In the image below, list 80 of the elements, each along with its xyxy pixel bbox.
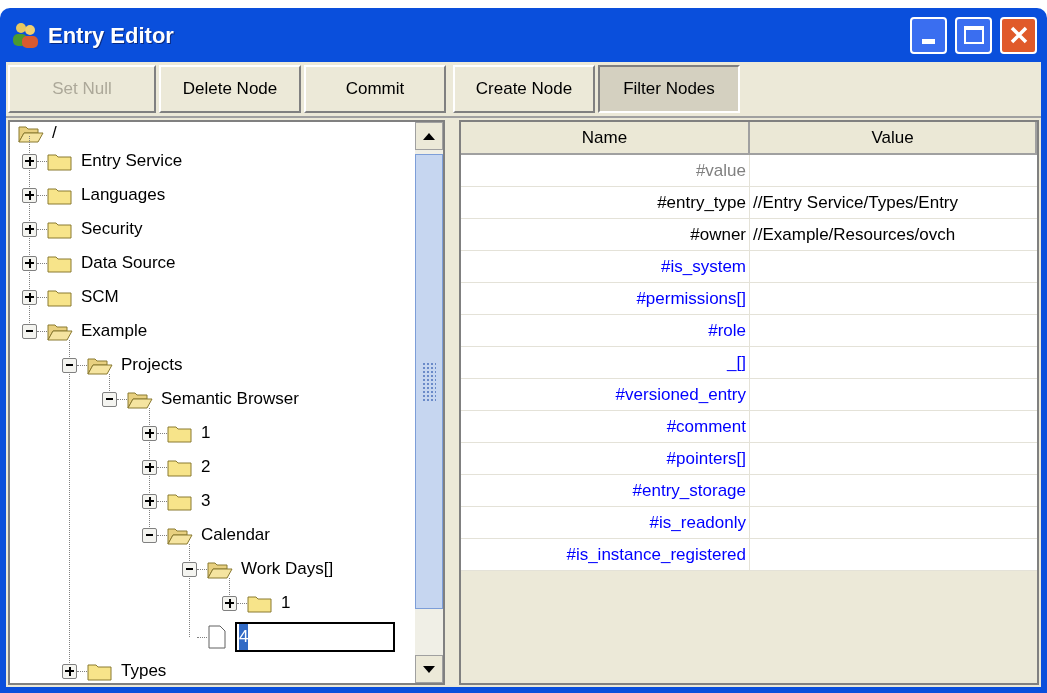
open-folder-icon	[167, 525, 193, 545]
expand-toggle[interactable]	[22, 187, 37, 203]
property-value-cell-text: //Entry Service/Types/Entry	[752, 191, 959, 214]
expand-toggle[interactable]	[142, 425, 157, 441]
tree-item[interactable]: Types	[121, 658, 167, 683]
expand-toggle[interactable]	[22, 221, 37, 237]
scroll-up-button[interactable]	[415, 122, 443, 150]
users-icon	[10, 21, 40, 49]
expand-toggle[interactable]	[142, 459, 157, 475]
maximize-button[interactable]	[955, 16, 992, 54]
property-name-cell: #permissions[]	[461, 283, 750, 314]
tree-item[interactable]: Example	[81, 318, 148, 344]
tree-item[interactable]: Security	[81, 216, 143, 242]
property-name-cell: #role	[461, 315, 750, 346]
property-name-cell: #entry_type	[461, 187, 750, 218]
property-name-cell: #comment	[461, 411, 750, 442]
property-name-cell: #entry_storage	[461, 475, 750, 506]
folder-icon	[47, 219, 73, 239]
up-arrow-icon	[423, 132, 435, 140]
tree-item[interactable]: Projects	[121, 352, 183, 378]
open-folder-icon	[127, 389, 153, 409]
window-title: Entry Editor	[48, 21, 174, 50]
property-name-cell: #value	[461, 155, 750, 186]
tree-item[interactable]: Semantic Browser	[161, 386, 299, 412]
tree-item[interactable]: Languages	[81, 182, 166, 208]
folder-icon	[87, 661, 113, 681]
folder-icon	[47, 253, 73, 273]
collapse-toggle[interactable]	[22, 323, 37, 339]
collapse-toggle[interactable]	[182, 561, 197, 577]
tree-item[interactable]: Entry Service	[81, 148, 183, 174]
tree-item[interactable]: 1	[201, 420, 211, 446]
property-name-cell: #is_readonly	[461, 507, 750, 538]
toolbar-button[interactable]: Filter Nodes	[598, 65, 740, 113]
open-folder-icon	[18, 123, 44, 143]
property-name-cell: #versioned_entry	[461, 379, 750, 410]
folder-icon	[47, 151, 73, 171]
expand-toggle[interactable]	[142, 493, 157, 509]
tree-item[interactable]: 2	[201, 454, 211, 480]
open-folder-icon	[87, 355, 113, 375]
tree-item[interactable]: Data Source	[81, 250, 176, 276]
expand-toggle[interactable]	[62, 663, 77, 679]
collapse-toggle[interactable]	[142, 527, 157, 543]
expand-toggle[interactable]	[222, 595, 237, 611]
collapse-toggle[interactable]	[102, 391, 117, 407]
property-name-cell: _[]	[461, 347, 750, 378]
down-arrow-icon	[423, 665, 435, 673]
toolbar-button[interactable]: Commit	[304, 65, 446, 113]
open-folder-icon	[47, 321, 73, 341]
tree-item[interactable]: /	[52, 122, 57, 146]
scroll-thumb[interactable]	[415, 154, 443, 609]
property-name-cell: #is_system	[461, 251, 750, 282]
tree-item[interactable]: Calendar	[201, 522, 270, 548]
property-name-cell: #pointers[]	[461, 443, 750, 474]
close-icon	[1008, 25, 1029, 45]
scrollbar[interactable]	[415, 122, 443, 683]
toolbar-button[interactable]: Create Node	[453, 65, 595, 113]
folder-icon	[167, 457, 193, 477]
rename-field[interactable]: 4	[235, 622, 395, 652]
property-value-cell-text: //Example/Resources/ovch	[752, 223, 957, 246]
open-folder-icon	[207, 559, 233, 579]
folder-icon	[247, 593, 273, 613]
scroll-down-button[interactable]	[415, 655, 443, 683]
collapse-toggle[interactable]	[62, 357, 77, 373]
close-button[interactable]	[1000, 16, 1037, 54]
property-name-cell: #owner	[461, 219, 750, 250]
expand-toggle[interactable]	[22, 255, 37, 271]
property-name-cell: #is_instance_registered	[461, 539, 750, 570]
document-icon	[207, 625, 227, 649]
minimize-button[interactable]	[910, 16, 947, 54]
folder-icon	[167, 491, 193, 511]
tree-item[interactable]: Work Days[]	[241, 556, 334, 582]
folder-icon	[47, 185, 73, 205]
tree-item[interactable]: SCM	[81, 284, 119, 310]
tree-item[interactable]: 1	[281, 590, 291, 616]
expand-toggle[interactable]	[22, 153, 37, 169]
toolbar-button[interactable]: Delete Node	[159, 65, 301, 113]
folder-icon	[167, 423, 193, 443]
folder-icon	[47, 287, 73, 307]
expand-toggle[interactable]	[22, 289, 37, 305]
tree-item[interactable]: 3	[201, 488, 211, 514]
